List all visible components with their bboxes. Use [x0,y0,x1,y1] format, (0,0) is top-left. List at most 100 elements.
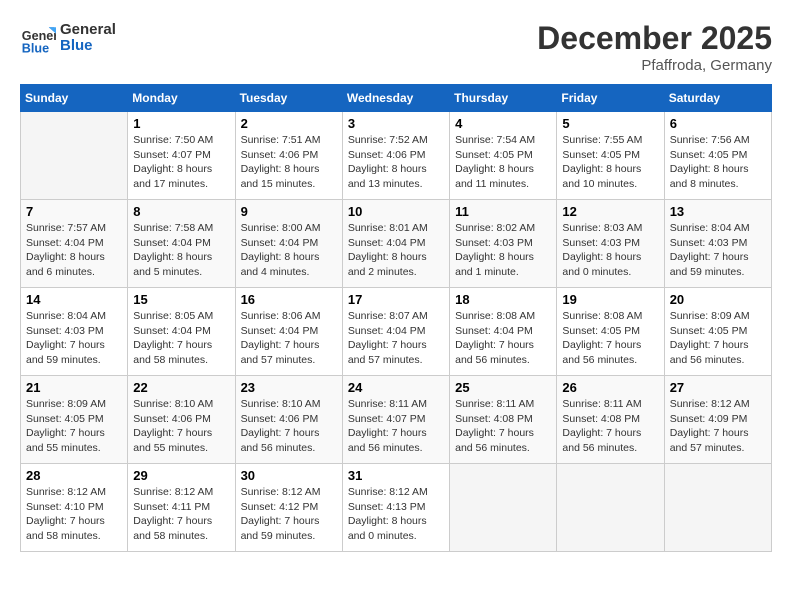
calendar-cell [21,112,128,200]
calendar-cell: 6Sunrise: 7:56 AM Sunset: 4:05 PM Daylig… [664,112,771,200]
day-number: 18 [455,292,551,307]
calendar-cell: 28 Sunrise: 8:12 AM Sunset: 4:10 PM Dayli… [21,464,128,552]
calendar-cell: 12 Sunrise: 8:03 AM Sunset: 4:03 PM Dayli… [557,200,664,288]
day-number: 26 [562,380,658,395]
day-info: Sunrise: 8:12 AM Sunset: 4:09 PM Dayligh… [670,397,766,456]
day-info: Sunrise: 8:09 AM Sunset: 4:05 PM Dayligh… [670,309,766,368]
calendar-cell: 25Sunrise: 8:11 AM Sunset: 4:08 PM Dayli… [450,376,557,464]
day-info: Sunrise: 7:54 AM Sunset: 4:05 PM Dayligh… [455,133,551,192]
calendar-cell: 29Sunrise: 8:12 AM Sunset: 4:11 PM Dayli… [128,464,235,552]
day-number: 31 [348,468,444,483]
calendar-cell: 2 Sunrise: 7:51 AM Sunset: 4:06 PM Daylig… [235,112,342,200]
calendar-cell: 20 Sunrise: 8:09 AM Sunset: 4:05 PM Dayli… [664,288,771,376]
calendar-cell: 27Sunrise: 8:12 AM Sunset: 4:09 PM Dayli… [664,376,771,464]
day-info: Sunrise: 8:06 AM Sunset: 4:04 PM Dayligh… [241,309,337,368]
calendar-cell: 13Sunrise: 8:04 AM Sunset: 4:03 PM Dayli… [664,200,771,288]
day-info: Sunrise: 8:10 AM Sunset: 4:06 PM Dayligh… [241,397,337,456]
calendar-week-1: 1 Sunrise: 7:50 AM Sunset: 4:07 PM Daylig… [21,112,772,200]
day-number: 5 [562,116,658,131]
calendar-cell: 14 Sunrise: 8:04 AM Sunset: 4:03 PM Dayli… [21,288,128,376]
calendar-cell: 31Sunrise: 8:12 AM Sunset: 4:13 PM Dayli… [342,464,449,552]
calendar-cell: 5Sunrise: 7:55 AM Sunset: 4:05 PM Daylig… [557,112,664,200]
col-header-sunday: Sunday [21,85,128,112]
day-number: 23 [241,380,337,395]
calendar-cell: 19Sunrise: 8:08 AM Sunset: 4:05 PM Dayli… [557,288,664,376]
col-header-wednesday: Wednesday [342,85,449,112]
day-number: 10 [348,204,444,219]
calendar-week-2: 7 Sunrise: 7:57 AM Sunset: 4:04 PM Daylig… [21,200,772,288]
day-number: 19 [562,292,658,307]
svg-text:Blue: Blue [22,41,49,55]
calendar-cell: 17 Sunrise: 8:07 AM Sunset: 4:04 PM Dayli… [342,288,449,376]
calendar-cell: 15 Sunrise: 8:05 AM Sunset: 4:04 PM Dayli… [128,288,235,376]
day-info: Sunrise: 8:00 AM Sunset: 4:04 PM Dayligh… [241,221,337,280]
calendar-cell: 10 Sunrise: 8:01 AM Sunset: 4:04 PM Dayli… [342,200,449,288]
day-info: Sunrise: 7:57 AM Sunset: 4:04 PM Dayligh… [26,221,122,280]
day-info: Sunrise: 7:51 AM Sunset: 4:06 PM Dayligh… [241,133,337,192]
calendar-cell: 16 Sunrise: 8:06 AM Sunset: 4:04 PM Dayli… [235,288,342,376]
day-number: 2 [241,116,337,131]
calendar-cell: 7 Sunrise: 7:57 AM Sunset: 4:04 PM Daylig… [21,200,128,288]
day-number: 15 [133,292,229,307]
day-info: Sunrise: 8:12 AM Sunset: 4:11 PM Dayligh… [133,485,229,544]
calendar-cell [557,464,664,552]
page-header: General Blue General Blue December 2025 … [20,20,772,74]
day-info: Sunrise: 8:08 AM Sunset: 4:04 PM Dayligh… [455,309,551,368]
calendar-cell [450,464,557,552]
day-info: Sunrise: 8:12 AM Sunset: 4:10 PM Dayligh… [26,485,122,544]
day-number: 3 [348,116,444,131]
title-block: December 2025 Pfaffroda, Germany [537,20,772,74]
day-number: 30 [241,468,337,483]
day-number: 24 [348,380,444,395]
day-info: Sunrise: 8:10 AM Sunset: 4:06 PM Dayligh… [133,397,229,456]
day-info: Sunrise: 8:11 AM Sunset: 4:08 PM Dayligh… [562,397,658,456]
col-header-friday: Friday [557,85,664,112]
day-info: Sunrise: 7:50 AM Sunset: 4:07 PM Dayligh… [133,133,229,192]
col-header-monday: Monday [128,85,235,112]
calendar-cell: 1 Sunrise: 7:50 AM Sunset: 4:07 PM Daylig… [128,112,235,200]
day-number: 22 [133,380,229,395]
day-number: 20 [670,292,766,307]
calendar-header-row: SundayMondayTuesdayWednesdayThursdayFrid… [21,85,772,112]
day-number: 17 [348,292,444,307]
logo-text: General Blue [60,22,116,55]
calendar-cell: 8 Sunrise: 7:58 AM Sunset: 4:04 PM Daylig… [128,200,235,288]
day-info: Sunrise: 8:07 AM Sunset: 4:04 PM Dayligh… [348,309,444,368]
day-number: 7 [26,204,122,219]
day-number: 11 [455,204,551,219]
day-number: 8 [133,204,229,219]
calendar-cell: 4 Sunrise: 7:54 AM Sunset: 4:05 PM Daylig… [450,112,557,200]
day-info: Sunrise: 8:03 AM Sunset: 4:03 PM Dayligh… [562,221,658,280]
calendar-week-3: 14 Sunrise: 8:04 AM Sunset: 4:03 PM Dayli… [21,288,772,376]
day-number: 16 [241,292,337,307]
calendar-cell: 11 Sunrise: 8:02 AM Sunset: 4:03 PM Dayli… [450,200,557,288]
day-info: Sunrise: 8:04 AM Sunset: 4:03 PM Dayligh… [26,309,122,368]
col-header-saturday: Saturday [664,85,771,112]
calendar-cell: 26 Sunrise: 8:11 AM Sunset: 4:08 PM Dayli… [557,376,664,464]
day-number: 14 [26,292,122,307]
day-info: Sunrise: 8:12 AM Sunset: 4:12 PM Dayligh… [241,485,337,544]
col-header-thursday: Thursday [450,85,557,112]
logo: General Blue General Blue [20,20,116,56]
day-info: Sunrise: 7:58 AM Sunset: 4:04 PM Dayligh… [133,221,229,280]
calendar-cell: 9 Sunrise: 8:00 AM Sunset: 4:04 PM Daylig… [235,200,342,288]
calendar-cell: 24Sunrise: 8:11 AM Sunset: 4:07 PM Dayli… [342,376,449,464]
day-info: Sunrise: 8:01 AM Sunset: 4:04 PM Dayligh… [348,221,444,280]
calendar-cell: 23 Sunrise: 8:10 AM Sunset: 4:06 PM Dayli… [235,376,342,464]
day-number: 28 [26,468,122,483]
day-info: Sunrise: 8:02 AM Sunset: 4:03 PM Dayligh… [455,221,551,280]
day-number: 9 [241,204,337,219]
day-info: Sunrise: 8:05 AM Sunset: 4:04 PM Dayligh… [133,309,229,368]
day-info: Sunrise: 8:04 AM Sunset: 4:03 PM Dayligh… [670,221,766,280]
day-info: Sunrise: 7:52 AM Sunset: 4:06 PM Dayligh… [348,133,444,192]
day-number: 4 [455,116,551,131]
col-header-tuesday: Tuesday [235,85,342,112]
day-info: Sunrise: 8:09 AM Sunset: 4:05 PM Dayligh… [26,397,122,456]
day-number: 1 [133,116,229,131]
calendar-cell: 22 Sunrise: 8:10 AM Sunset: 4:06 PM Dayli… [128,376,235,464]
day-number: 25 [455,380,551,395]
location: Pfaffroda, Germany [537,57,772,74]
day-number: 12 [562,204,658,219]
calendar-week-4: 21Sunrise: 8:09 AM Sunset: 4:05 PM Dayli… [21,376,772,464]
day-number: 6 [670,116,766,131]
